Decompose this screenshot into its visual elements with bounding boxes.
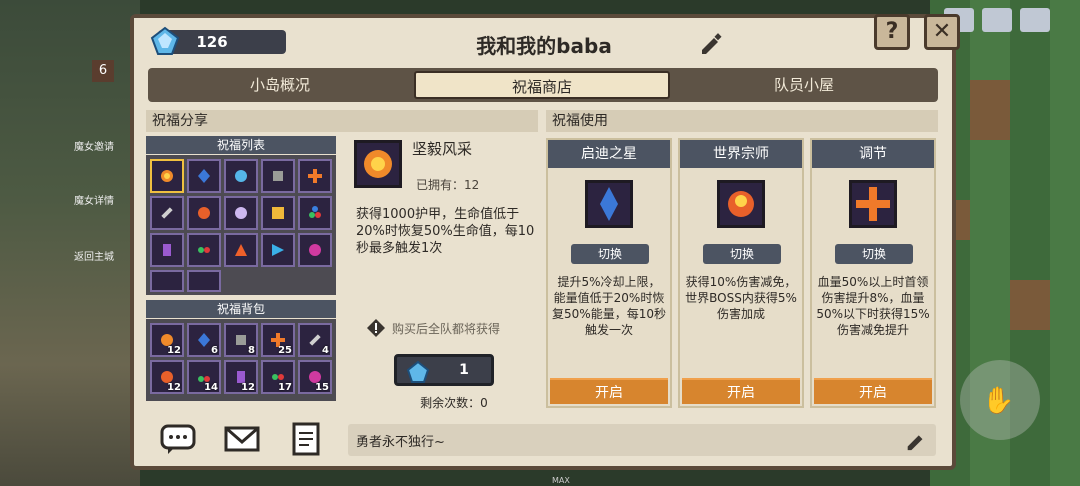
blessing-slot[interactable] xyxy=(150,233,184,267)
blessing-list-grid xyxy=(146,155,336,295)
hand-icon: ✋ xyxy=(982,386,1015,416)
blessing-slot[interactable] xyxy=(298,233,332,267)
bag-count: 15 xyxy=(315,382,329,393)
blessing-slot[interactable] xyxy=(187,159,221,193)
bag-slot[interactable]: 17 xyxy=(261,360,295,394)
master-blessing-icon xyxy=(717,180,765,228)
blessing-use-label: 祝福使用 xyxy=(546,110,938,132)
bag-slot[interactable]: 4 xyxy=(298,323,332,357)
selected-blessing-owned: 已拥有：12 xyxy=(416,178,480,192)
bag-slot[interactable]: 6 xyxy=(187,323,221,357)
notes-icon[interactable] xyxy=(286,420,326,458)
bag-count: 8 xyxy=(248,345,255,356)
side-label-invite[interactable]: 魔女邀请 xyxy=(74,138,114,153)
star-blessing-icon xyxy=(585,180,633,228)
mail-icon[interactable] xyxy=(222,420,262,458)
blessing-slot[interactable] xyxy=(261,159,295,193)
blessing-slot[interactable] xyxy=(224,159,258,193)
activate-button[interactable]: 开启 xyxy=(550,378,668,404)
edit-title-icon[interactable] xyxy=(698,30,724,56)
panel-topbar: 126 我和我的baba ? ✕ xyxy=(134,14,960,68)
sound-icon[interactable] xyxy=(982,8,1012,32)
bag-count: 14 xyxy=(204,382,218,393)
bag-slot[interactable]: 14 xyxy=(187,360,221,394)
buy-price: 1 xyxy=(459,362,469,378)
bag-slot[interactable]: 12 xyxy=(150,323,184,357)
tab-blessing-shop[interactable]: 祝福商店 xyxy=(414,71,670,99)
selected-blessing-icon xyxy=(354,140,402,188)
adjust-blessing-icon xyxy=(849,180,897,228)
max-label: MAX xyxy=(552,476,570,485)
side-label-detail[interactable]: 魔女详情 xyxy=(74,192,114,207)
buy-button[interactable]: 1 xyxy=(394,354,494,386)
panel-title: 我和我的baba xyxy=(476,34,612,58)
blessing-slot[interactable] xyxy=(150,196,184,230)
blessing-slot[interactable] xyxy=(150,159,184,193)
tab-bar: 小岛概况 祝福商店 队员小屋 xyxy=(148,68,938,102)
blessing-card-2: 世界宗师 切换 获得10%伤害减免，世界BOSS内获得5%伤害加成 开启 xyxy=(678,138,804,408)
card-title: 世界宗师 xyxy=(680,140,802,168)
selected-blessing-name: 坚毅风采 xyxy=(412,140,473,158)
switch-button[interactable]: 切换 xyxy=(571,244,649,264)
blessing-bag-grid: 12 6 8 25 4 12 14 12 17 15 xyxy=(146,319,336,401)
tab-team-house[interactable]: 队员小屋 xyxy=(676,71,932,99)
blessing-slot[interactable] xyxy=(224,196,258,230)
card-title: 启迪之星 xyxy=(548,140,670,168)
side-label-return[interactable]: 返回主城 xyxy=(74,248,114,263)
gem-currency-icon xyxy=(407,361,429,383)
selected-blessing-desc: 获得1000护甲，生命值低于20%时恢复50%生命值，每10秒最多触发1次 xyxy=(356,207,535,256)
blessing-slot[interactable] xyxy=(298,159,332,193)
blessing-slot[interactable] xyxy=(150,270,184,292)
purchase-hint: 购买后全队都将获得 xyxy=(392,322,501,336)
bag-slot[interactable]: 25 xyxy=(261,323,295,357)
blessing-slot[interactable] xyxy=(298,196,332,230)
blessing-slot[interactable] xyxy=(187,233,221,267)
game-world-left: 6 魔女邀请 魔女详情 返回主城 xyxy=(0,0,140,486)
blessing-slot[interactable] xyxy=(261,196,295,230)
card-desc: 获得10%伤害减免，世界BOSS内获得5%伤害加成 xyxy=(685,275,797,321)
message-text: 勇者永不独行~ xyxy=(356,435,445,450)
chat-icon[interactable] xyxy=(158,420,198,458)
bag-slot[interactable]: 15 xyxy=(298,360,332,394)
bag-slot[interactable]: 12 xyxy=(150,360,184,394)
gear-icon[interactable] xyxy=(1020,8,1050,32)
panel-footer: 勇者永不独行~ xyxy=(148,420,938,458)
activate-button[interactable]: 开启 xyxy=(682,378,800,404)
blessing-panel: 126 我和我的baba ? ✕ 小岛概况 祝福商店 队员小屋 祝福分享 祝福列… xyxy=(130,14,960,470)
bag-count: 12 xyxy=(241,382,255,393)
blessing-slot[interactable] xyxy=(224,233,258,267)
blessing-share-label: 祝福分享 xyxy=(146,110,538,132)
message-field[interactable]: 勇者永不独行~ xyxy=(348,424,936,456)
card-title: 调节 xyxy=(812,140,934,168)
blessing-slot[interactable] xyxy=(261,233,295,267)
blessing-card-1: 启迪之星 切换 提升5%冷却上限，能量值低于20%时恢复50%能量，每10秒触发… xyxy=(546,138,672,408)
bag-count: 4 xyxy=(322,345,329,356)
activate-button[interactable]: 开启 xyxy=(814,378,932,404)
blessing-list-header: 祝福列表 xyxy=(146,136,336,154)
close-button[interactable]: ✕ xyxy=(924,14,960,50)
blessing-slot[interactable] xyxy=(187,270,221,292)
tab-island-overview[interactable]: 小岛概况 xyxy=(152,71,408,99)
currency-display: 126 xyxy=(150,26,286,55)
switch-button[interactable]: 切换 xyxy=(703,244,781,264)
bag-count: 12 xyxy=(167,382,181,393)
blessing-bag-header: 祝福背包 xyxy=(146,300,336,318)
edit-message-icon[interactable] xyxy=(904,428,928,452)
blessing-slot[interactable] xyxy=(187,196,221,230)
bag-count: 12 xyxy=(167,345,181,356)
currency-amount: 126 xyxy=(196,33,228,51)
switch-button[interactable]: 切换 xyxy=(835,244,913,264)
bag-count: 25 xyxy=(278,345,292,356)
bag-slot[interactable]: 12 xyxy=(224,360,258,394)
bag-count: 17 xyxy=(278,382,292,393)
remaining-count: 剩余次数：0 xyxy=(420,396,488,410)
bag-count: 6 xyxy=(211,345,218,356)
warning-icon xyxy=(367,319,385,337)
help-button[interactable]: ? xyxy=(874,14,910,50)
card-desc: 血量50%以上时首领伤害提升8%，血量50%以下时获得15%伤害减免提升 xyxy=(816,275,930,337)
card-desc: 提升5%冷却上限，能量值低于20%时恢复50%能量，每10秒触发一次 xyxy=(552,275,666,337)
bag-slot[interactable]: 8 xyxy=(224,323,258,357)
house-number: 6 xyxy=(92,60,114,82)
blessing-card-3: 调节 切换 血量50%以上时首领伤害提升8%，血量50%以下时获得15%伤害减免… xyxy=(810,138,936,408)
